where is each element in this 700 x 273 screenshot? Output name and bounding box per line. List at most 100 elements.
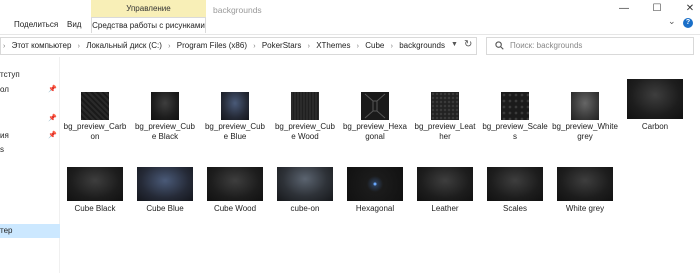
file-item[interactable]: Leather — [410, 157, 480, 237]
chevron-right-icon[interactable]: › — [353, 39, 363, 55]
file-name-line: bg_preview_Carb — [63, 122, 127, 131]
file-item[interactable]: bg_preview_Hexa gonal — [340, 77, 410, 157]
file-item[interactable]: White grey — [550, 157, 620, 237]
address-dropdown-icon[interactable]: ▼ — [451, 41, 458, 48]
nav-item-label: ия — [0, 131, 9, 140]
tab-picture-tools[interactable]: Средства работы с рисунками — [91, 17, 206, 33]
file-thumbnail — [221, 92, 249, 120]
nav-item-label: ол — [0, 85, 9, 94]
nav-item[interactable]: ия 📌 — [0, 129, 60, 143]
close-button[interactable]: ✕ — [683, 3, 697, 15]
file-item[interactable]: bg_preview_Scale s — [480, 77, 550, 157]
file-name-label: bg_preview_Carb on — [60, 122, 130, 142]
nav-item-label: тер — [0, 226, 13, 235]
file-name-line: bg_preview_White — [552, 122, 618, 131]
tab-share[interactable]: Поделиться — [14, 17, 58, 33]
explorer-window: Поделиться Вид Управление Средства работ… — [0, 0, 700, 273]
file-item[interactable]: bg_preview_Leat her — [410, 77, 480, 157]
breadcrumb-item[interactable]: Локальный диск (C:) — [86, 38, 162, 54]
file-thumbnail — [67, 167, 123, 201]
chevron-right-icon: › — [3, 43, 6, 50]
breadcrumb-item[interactable]: backgrounds — [399, 38, 445, 54]
file-name-label: Leather — [410, 204, 480, 214]
nav-item-selected[interactable]: тер — [0, 224, 60, 238]
file-name-label: bg_preview_Hexa gonal — [340, 122, 410, 142]
breadcrumb: › Этот компьютер › Локальный диск (C:) ›… — [1, 38, 445, 54]
file-thumbnail — [81, 92, 109, 120]
maximize-button[interactable]: ☐ — [650, 3, 664, 15]
nav-item[interactable]: ол 📌 — [0, 83, 60, 97]
file-item[interactable]: cube-on — [270, 157, 340, 237]
file-view: bg_preview_Carb on bg_preview_Cub e Black bg… — [61, 57, 700, 273]
file-item[interactable]: bg_preview_Cub e Black — [130, 77, 200, 157]
file-name-label: Cube Black — [60, 204, 130, 214]
file-name-label: Scales — [480, 204, 550, 214]
file-item[interactable]: bg_preview_Cub e Wood — [270, 77, 340, 157]
chevron-right-icon[interactable]: › — [249, 39, 259, 55]
file-thumbnail — [417, 167, 473, 201]
search-box[interactable]: Поиск: backgrounds — [486, 37, 694, 55]
pin-icon: 📌 — [48, 86, 57, 93]
file-item[interactable]: Cube Wood — [200, 157, 270, 237]
help-icon[interactable]: ? — [683, 18, 693, 28]
chevron-right-icon[interactable]: › — [387, 39, 397, 55]
file-thumbnail — [487, 167, 543, 201]
file-item[interactable]: Hexagonal — [340, 157, 410, 237]
file-name-line: bg_preview_Cub — [134, 122, 196, 131]
file-thumbnail — [557, 167, 613, 201]
chevron-right-icon[interactable]: › — [304, 39, 314, 55]
nav-item-label: тступ — [0, 70, 20, 79]
breadcrumb-item[interactable]: Program Files (x86) — [177, 38, 247, 54]
file-name-line: bg_preview_Hexa — [342, 122, 408, 131]
file-name-line: bg_preview_Scale — [482, 122, 548, 131]
file-name-line: Leather — [431, 204, 459, 213]
address-bar[interactable]: › Этот компьютер › Локальный диск (C:) ›… — [0, 37, 477, 55]
file-thumbnail — [151, 92, 179, 120]
file-name-label: bg_preview_Cub e Black — [130, 122, 200, 142]
file-name-line: Scales — [502, 204, 527, 213]
file-item[interactable]: Cube Blue — [130, 157, 200, 237]
file-name-line: gonal — [365, 132, 385, 141]
file-item[interactable]: bg_preview_White grey — [550, 77, 620, 157]
file-name-line: Cube Black — [74, 204, 116, 213]
search-icon — [495, 41, 504, 50]
file-name-line: Cube Blue — [146, 204, 184, 213]
nav-item[interactable]: 📌 — [0, 112, 60, 126]
file-name-label: bg_preview_Cub e Blue — [200, 122, 270, 142]
file-name-line: bg_preview_Cub — [274, 122, 336, 131]
file-name-line: White grey — [565, 204, 605, 213]
file-name-label: bg_preview_Cub e Wood — [270, 122, 340, 142]
file-name-label: cube-on — [270, 204, 340, 214]
file-thumbnail — [277, 167, 333, 201]
breadcrumb-item[interactable]: PokerStars — [262, 38, 302, 54]
file-item[interactable]: bg_preview_Cub e Blue — [200, 77, 270, 157]
breadcrumb-item[interactable]: Cube — [365, 38, 384, 54]
chevron-down-icon[interactable]: ⌄ — [668, 16, 676, 27]
file-name-label: Carbon — [620, 122, 690, 132]
file-item[interactable]: Cube Black — [60, 157, 130, 237]
file-item[interactable]: Scales — [480, 157, 550, 237]
tab-view[interactable]: Вид — [67, 17, 81, 33]
file-name-label: Cube Blue — [130, 204, 200, 214]
file-name-line: her — [439, 132, 451, 141]
minimize-button[interactable]: — — [617, 3, 631, 15]
chevron-right-icon[interactable]: › — [74, 39, 84, 55]
chevron-right-icon[interactable]: › — [164, 39, 174, 55]
nav-item[interactable]: s — [0, 143, 60, 157]
file-name-line: e Blue — [223, 132, 247, 141]
file-name-line: bg_preview_Cub — [204, 122, 266, 131]
file-thumbnail — [347, 167, 403, 201]
breadcrumb-item[interactable]: Этот компьютер — [12, 38, 72, 54]
search-placeholder: Поиск: backgrounds — [510, 41, 583, 50]
breadcrumb-item[interactable]: XThemes — [316, 38, 350, 54]
file-item[interactable]: bg_preview_Carb on — [60, 77, 130, 157]
refresh-icon[interactable]: ↻ — [464, 39, 472, 50]
file-thumbnail — [137, 167, 193, 201]
nav-item[interactable]: тступ — [0, 68, 60, 82]
file-item[interactable]: Carbon — [620, 77, 690, 157]
pin-icon: 📌 — [48, 115, 57, 122]
file-thumbnail — [501, 92, 529, 120]
file-name-line: grey — [577, 132, 593, 141]
file-thumbnail — [431, 92, 459, 120]
pin-icon: 📌 — [48, 132, 57, 139]
